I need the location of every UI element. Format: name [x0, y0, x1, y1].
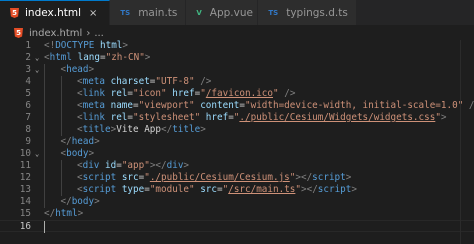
fold-chevron-icon[interactable]: ⌄: [35, 64, 39, 76]
tab-app-vue[interactable]: V App.vue: [186, 0, 259, 25]
tab-typings-d-ts[interactable]: TS typings.d.ts: [258, 0, 357, 25]
ts-icon: TS: [120, 8, 131, 17]
indent-guide: [44, 184, 45, 196]
line-number: 4: [25, 76, 31, 87]
code-text: <link rel="icon" href="/favicon.ico" />: [77, 88, 296, 99]
code-line: 1 <!DOCTYPE html>: [0, 40, 474, 52]
vue-icon: V: [196, 8, 202, 17]
code-line: 5 <link rel="icon" href="/favicon.ico" />: [0, 88, 474, 100]
line-number: 8: [25, 124, 31, 135]
code-line: 7 <link rel="stylesheet" href="./public/C…: [0, 112, 474, 124]
tab-index-html[interactable]: 5 index.html ×: [0, 0, 111, 25]
close-icon[interactable]: ×: [89, 8, 97, 19]
code-text: <link rel="stylesheet" href="./public/Ce…: [77, 112, 447, 123]
line-number: 2: [25, 52, 31, 63]
line-number: 15: [19, 208, 31, 219]
code-line: 15 </html>: [0, 208, 474, 220]
html5-icon: 5: [10, 8, 19, 18]
code-line: 2 ⌄ <html lang="zh-CN">: [0, 52, 474, 64]
vertical-scrollbar[interactable]: [460, 40, 474, 244]
indent-guide: [44, 112, 45, 124]
html5-icon: 5: [14, 28, 23, 38]
code-text: <!DOCTYPE html>: [44, 40, 128, 51]
indent-guide: [44, 64, 45, 76]
fold-chevron-icon[interactable]: ⌄: [35, 148, 39, 160]
indent-guide: [44, 172, 45, 184]
code-editor[interactable]: 1 <!DOCTYPE html> 2 ⌄ <html lang="zh-CN"> 3 ⌄ <…: [0, 40, 474, 244]
code-line: 3 ⌄ <head>: [0, 64, 474, 76]
line-number: 10: [19, 148, 31, 159]
code-line: 6 <meta name="viewport" content="width=de…: [0, 100, 474, 112]
indent-guide: [44, 148, 45, 160]
indent-guide: [60, 172, 62, 184]
indent-guide: [60, 124, 62, 136]
indent-guide: [44, 88, 45, 100]
code-line: 8 <title>Vite App</title>: [0, 124, 474, 136]
fold-chevron-icon[interactable]: ⌄: [35, 52, 39, 64]
indent-guide: [44, 196, 45, 208]
tab-label: index.html: [25, 7, 81, 19]
indent-guide: [60, 160, 62, 172]
code-text: </html>: [44, 208, 84, 219]
indent-guide: [60, 88, 62, 100]
code-text: <head>: [60, 64, 95, 75]
code-line: 4 <meta charset="UTF-8" />: [0, 76, 474, 88]
indent-guide: [44, 124, 45, 136]
code-line: 10 ⌄ <body>: [0, 148, 474, 160]
indent-guide: [60, 100, 62, 112]
line-number: 3: [25, 64, 31, 75]
code-text: <title>Vite App</title>: [77, 124, 206, 135]
line-number: 6: [25, 100, 31, 111]
line-number: 7: [25, 112, 31, 123]
indent-guide: [60, 76, 62, 88]
breadcrumb-file[interactable]: index.html: [29, 28, 82, 39]
code-text: </body>: [60, 196, 100, 207]
code-line: 16: [0, 220, 474, 233]
indent-guide: [44, 76, 45, 88]
code-line: 12 <script src="./public/Cesium/Cesium.js…: [0, 172, 474, 184]
code-line: 9 </head>: [0, 136, 474, 148]
indent-guide: [44, 100, 45, 112]
indent-guide: [60, 112, 62, 124]
indent-guide: [44, 136, 45, 148]
code-text: <meta name="viewport" content="width=dev…: [77, 100, 474, 111]
code-line: 13 <script type="module" src="/src/main.t…: [0, 184, 474, 196]
tab-label: main.ts: [138, 6, 178, 19]
code-line: 14 </body>: [0, 196, 474, 208]
ts-icon: TS: [268, 8, 279, 17]
code-line: 11 <div id="app"></div>: [0, 160, 474, 172]
code-text: <div id="app"></div>: [77, 160, 190, 171]
breadcrumb-separator: ›: [86, 27, 91, 39]
tab-label: typings.d.ts: [286, 6, 348, 19]
code-text: <script src="./public/Cesium/Cesium.js">…: [77, 172, 352, 183]
code-text: <body>: [60, 148, 95, 159]
indent-guide: [44, 160, 45, 172]
text-cursor: [44, 221, 45, 233]
line-number: 14: [19, 196, 31, 207]
line-number: 13: [19, 184, 31, 195]
code-text: </head>: [60, 136, 100, 147]
line-number: 5: [25, 88, 31, 99]
tab-label: App.vue: [209, 6, 253, 19]
line-number: 11: [19, 160, 31, 171]
code-text: <meta charset="UTF-8" />: [77, 76, 212, 87]
line-number: 16: [19, 221, 31, 232]
editor-tab-bar: 5 index.html × TS main.ts V App.vue TS typings.d…: [0, 0, 474, 25]
line-number: 9: [25, 136, 31, 147]
code-text: <html lang="zh-CN">: [44, 52, 151, 63]
breadcrumb-more[interactable]: ...: [94, 28, 104, 39]
line-number: 12: [19, 172, 31, 183]
tab-main-ts[interactable]: TS main.ts: [110, 0, 187, 25]
indent-guide: [60, 184, 62, 196]
code-text: <script type="module" src="/src/main.ts"…: [77, 184, 357, 195]
line-number: 1: [25, 40, 31, 51]
breadcrumb: 5 index.html › ...: [0, 25, 474, 41]
